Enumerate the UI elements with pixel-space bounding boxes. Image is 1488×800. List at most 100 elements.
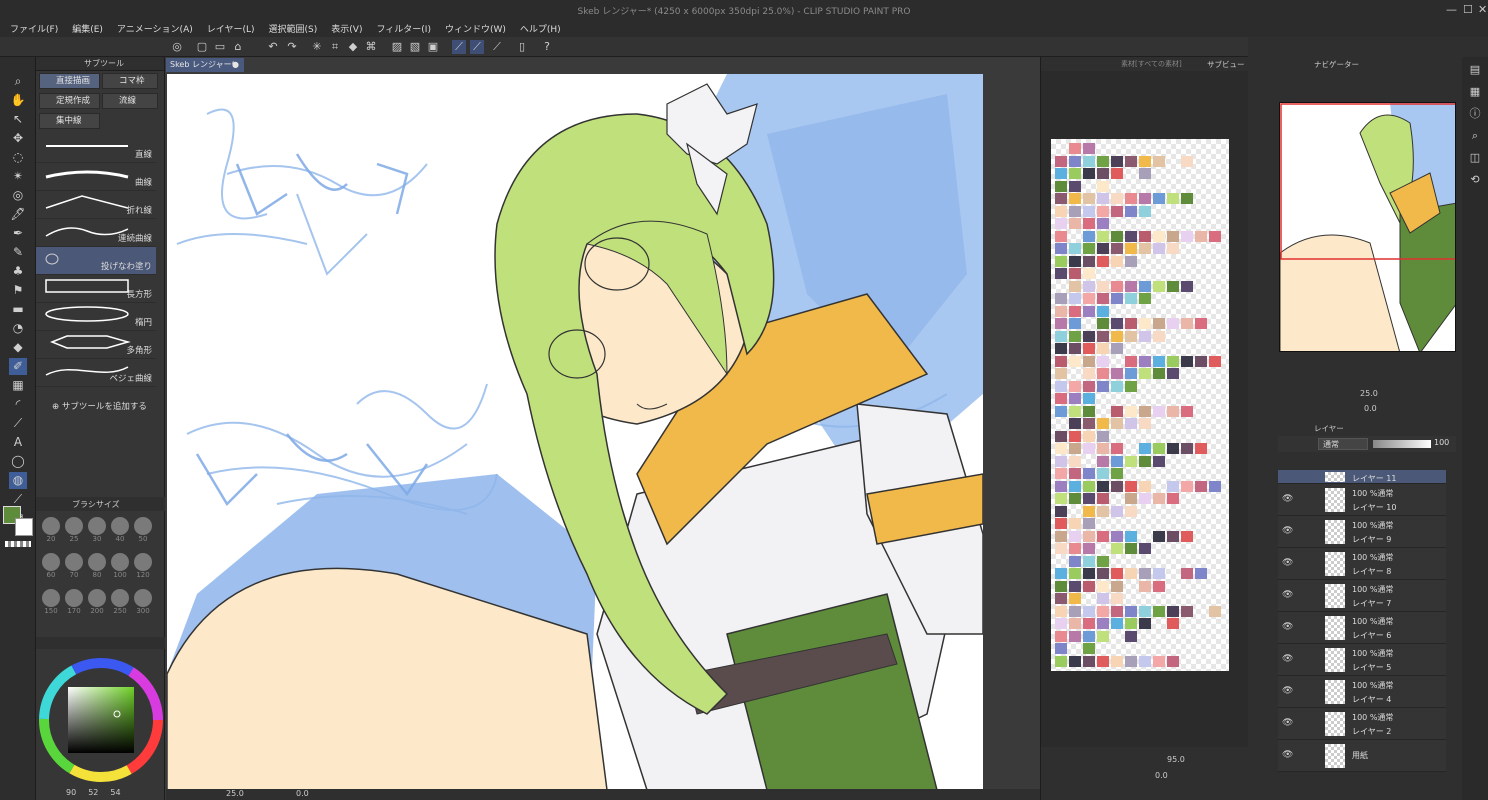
palette-swatch[interactable] [1139, 655, 1151, 667]
palette-swatch[interactable] [1111, 330, 1123, 342]
hand-tool-icon[interactable]: ✋ [9, 92, 27, 109]
palette-swatch[interactable] [1167, 493, 1179, 504]
document-tab[interactable]: Skeb レンジャー* ● [166, 58, 244, 72]
save-icon[interactable]: ⌂ [231, 40, 245, 54]
palette-swatch[interactable] [1069, 330, 1081, 342]
palette-swatch[interactable] [1125, 480, 1137, 492]
palette-swatch[interactable] [1097, 505, 1109, 517]
palette-swatch[interactable] [1125, 655, 1137, 667]
eye-icon[interactable]: 👁 [1282, 526, 1293, 536]
palette-swatch[interactable] [1153, 443, 1165, 454]
palette-swatch[interactable] [1069, 243, 1081, 254]
palette-swatch[interactable] [1069, 168, 1081, 179]
palette-swatch[interactable] [1097, 630, 1109, 642]
palette-swatch[interactable] [1125, 543, 1137, 554]
palette-swatch[interactable] [1097, 218, 1109, 229]
material-tab[interactable]: 素材[すべての素材] [1121, 59, 1182, 69]
palette-swatch[interactable] [1167, 193, 1179, 204]
palette-swatch[interactable] [1055, 305, 1067, 317]
palette-swatch[interactable] [1111, 418, 1123, 429]
palette-swatch[interactable] [1125, 155, 1137, 167]
palette-swatch[interactable] [1167, 605, 1179, 617]
palette-swatch[interactable] [1097, 493, 1109, 504]
palette-swatch[interactable] [1083, 143, 1095, 154]
transparent-color-chip[interactable] [5, 541, 31, 547]
subview-angle[interactable]: 0.0 [1155, 771, 1168, 780]
palette-swatch[interactable] [1111, 193, 1123, 204]
correct-line-tool-icon[interactable]: ◍ [9, 472, 27, 489]
palette-swatch[interactable] [1069, 493, 1081, 504]
palette-swatch[interactable] [1055, 205, 1067, 217]
palette-swatch[interactable] [1069, 268, 1081, 279]
sub-color-chip[interactable] [15, 518, 33, 536]
snap-grid-icon[interactable]: ⟋ [490, 40, 504, 54]
palette-swatch[interactable] [1125, 455, 1137, 467]
menu-help[interactable]: ヘルプ(H) [520, 22, 561, 35]
palette-swatch[interactable] [1055, 230, 1067, 242]
palette-swatch[interactable] [1111, 568, 1123, 579]
palette-swatch[interactable] [1111, 343, 1123, 354]
eye-icon[interactable]: 👁 [1282, 686, 1293, 696]
palette-swatch[interactable] [1083, 355, 1095, 367]
artboard[interactable] [167, 74, 983, 790]
palette-swatch[interactable] [1083, 393, 1095, 404]
app-icon[interactable]: ◎ [170, 40, 184, 54]
palette-swatch[interactable] [1139, 355, 1151, 367]
palette-swatch[interactable] [1083, 530, 1095, 542]
palette-swatch[interactable] [1083, 430, 1095, 442]
brush-size-cell[interactable]: 20 [40, 515, 62, 549]
palette-swatch[interactable] [1153, 605, 1165, 617]
brush-size-cell[interactable]: 80 [86, 551, 108, 585]
text-tool-icon[interactable]: A [9, 434, 27, 451]
palette-swatch[interactable] [1153, 155, 1165, 167]
eye-icon[interactable]: 👁 [1282, 654, 1293, 664]
palette-swatch[interactable] [1167, 355, 1179, 367]
palette-swatch[interactable] [1181, 355, 1193, 367]
palette-swatch[interactable] [1069, 580, 1081, 592]
layer-row[interactable]: 👁 100 %通常 レイヤー 8 [1278, 548, 1446, 580]
palette-swatch[interactable] [1139, 280, 1151, 292]
palette-swatch[interactable] [1083, 605, 1095, 617]
palette-swatch[interactable] [1097, 605, 1109, 617]
palette-swatch[interactable] [1195, 480, 1207, 492]
fill-tool-icon[interactable]: ◆ [9, 339, 27, 356]
palette-swatch[interactable] [1181, 230, 1193, 242]
palette-swatch[interactable] [1125, 505, 1137, 517]
palette-swatch[interactable] [1069, 630, 1081, 642]
palette-swatch[interactable] [1069, 543, 1081, 554]
palette-swatch[interactable] [1139, 543, 1151, 554]
palette-swatch[interactable] [1181, 568, 1193, 579]
palette-swatch[interactable] [1139, 230, 1151, 242]
palette-swatch[interactable] [1069, 193, 1081, 204]
palette-swatch[interactable] [1139, 293, 1151, 304]
lasso-select-tool-icon[interactable]: ◎ [9, 187, 27, 204]
palette-swatch[interactable] [1111, 543, 1123, 554]
palette-swatch[interactable] [1083, 630, 1095, 642]
palette-swatch[interactable] [1195, 230, 1207, 242]
eyedropper-tool-icon[interactable]: 🖋 [9, 206, 27, 223]
brush-size-cell[interactable]: 120 [132, 551, 154, 585]
undo-icon[interactable]: ↶ [266, 40, 280, 54]
palette-swatch[interactable] [1055, 405, 1067, 417]
device-icon[interactable]: ▯ [515, 40, 529, 54]
palette-swatch[interactable] [1139, 580, 1151, 592]
palette-swatch[interactable] [1139, 368, 1151, 379]
layer-row[interactable]: 👁 100 %通常 レイヤー 6 [1278, 612, 1446, 644]
brush-size-tab[interactable]: ブラシサイズ [72, 499, 120, 510]
operation-tool-icon[interactable]: ↖ [9, 111, 27, 128]
palette-swatch[interactable] [1097, 655, 1109, 667]
palette-swatch[interactable] [1069, 593, 1081, 604]
palette-swatch[interactable] [1083, 293, 1095, 304]
palette-swatch[interactable] [1125, 618, 1137, 629]
menu-layer[interactable]: レイヤー(L) [207, 22, 255, 35]
palette-swatch[interactable] [1083, 418, 1095, 429]
palette-swatch[interactable] [1097, 568, 1109, 579]
palette-swatch[interactable] [1125, 255, 1137, 267]
palette-swatch[interactable] [1097, 293, 1109, 304]
palette-swatch[interactable] [1195, 443, 1207, 454]
open-file-icon[interactable]: ▭ [213, 40, 227, 54]
palette-swatch[interactable] [1083, 368, 1095, 379]
subview-tab[interactable]: サブビュー [1207, 59, 1245, 70]
palette-swatch[interactable] [1181, 530, 1193, 542]
palette-swatch[interactable] [1083, 493, 1095, 504]
